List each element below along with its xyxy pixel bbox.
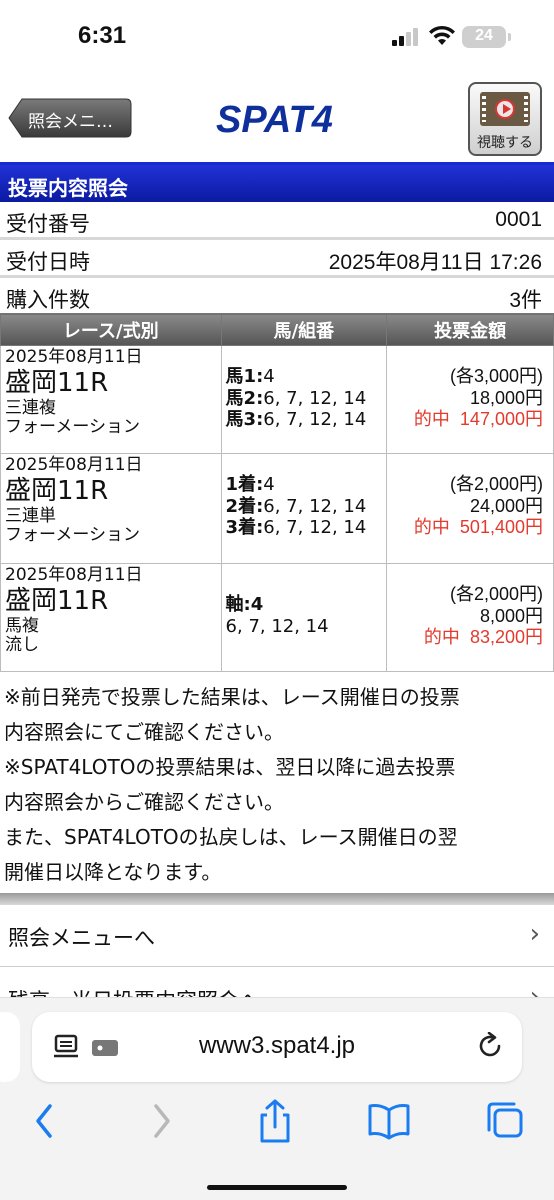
amount-cell: (各3,000円) 18,000円 的中 147,000円 bbox=[386, 345, 554, 454]
bet-method: フォーメーション bbox=[5, 525, 140, 546]
back-nav-icon[interactable] bbox=[22, 1098, 72, 1144]
column-header: 投票金額 bbox=[386, 313, 554, 346]
bet-type: 馬複 bbox=[5, 615, 39, 636]
horse-line: 馬2:6, 7, 12, 14 bbox=[225, 387, 367, 409]
note-line: 内容照会にてご確認ください。 bbox=[4, 720, 284, 744]
receipt-info: 受付番号 0001 受付日時 2025年08月11日 17:26 購入件数 3件 bbox=[0, 202, 554, 316]
info-row-datetime: 受付日時 2025年08月11日 17:26 bbox=[0, 240, 554, 278]
watch-label: 視聴する bbox=[477, 135, 533, 151]
url-text: www3.spat4.jp bbox=[198, 1032, 356, 1059]
battery-level: 24 bbox=[475, 27, 493, 44]
film-icon bbox=[480, 92, 530, 126]
note-line: 開催日以降となります。 bbox=[4, 860, 222, 884]
race-date: 2025年08月11日 bbox=[5, 565, 143, 585]
horse-line: 馬3:6, 7, 12, 14 bbox=[225, 409, 367, 431]
info-key: 購入件数 bbox=[6, 288, 90, 312]
unit-amount: (各2,000円) bbox=[449, 584, 543, 604]
info-value: 0001 bbox=[495, 208, 542, 231]
status-time: 6:31 bbox=[78, 22, 127, 49]
table-row: 2025年08月11日 盛岡11R 三連単 フォーメーション 1着:4 2着:6… bbox=[0, 453, 554, 564]
wifi-icon bbox=[429, 25, 455, 45]
bet-table: レース/式別 馬/組番 投票金額 2025年08月11日 盛岡11R 三連複 フ… bbox=[0, 313, 554, 672]
info-value: 3件 bbox=[509, 289, 542, 312]
tabs-icon[interactable] bbox=[480, 1098, 530, 1144]
address-bar[interactable]: www3.spat4.jp bbox=[32, 1012, 522, 1082]
bet-type: 三連単 bbox=[5, 505, 56, 526]
cellular-signal-icon bbox=[392, 28, 422, 46]
note-line: また、SPAT4LOTOの払戻しは、レース開催日の翌 bbox=[4, 825, 458, 849]
horse-line: 馬1:4 bbox=[225, 366, 275, 387]
notes: ※前日発売で投票した結果は、レース開催日の投票 内容照会にてご確認ください。 ※… bbox=[4, 680, 550, 890]
column-header: レース/式別 bbox=[0, 313, 222, 346]
bookmarks-icon[interactable] bbox=[364, 1098, 414, 1144]
horse-cell: 1着:4 2着:6, 7, 12, 14 3着:6, 7, 12, 14 bbox=[220, 453, 388, 564]
bet-method: フォーメーション bbox=[5, 417, 140, 438]
forward-nav-icon[interactable] bbox=[136, 1098, 186, 1144]
previous-tab-peek[interactable] bbox=[0, 1012, 20, 1082]
horse-line: 6, 7, 12, 14 bbox=[225, 615, 329, 637]
svg-text:SPAT4: SPAT4 bbox=[216, 99, 333, 140]
info-row-count: 購入件数 3件 bbox=[0, 278, 554, 316]
race-name: 盛岡11R bbox=[5, 367, 109, 398]
race-cell: 2025年08月11日 盛岡11R 三連単 フォーメーション bbox=[0, 453, 222, 564]
browser-toolbar: www3.spat4.jp bbox=[0, 997, 554, 1200]
status-bar: 6:31 24 bbox=[0, 0, 554, 76]
info-value: 2025年08月11日 17:26 bbox=[328, 251, 542, 274]
watch-video-button[interactable]: 視聴する bbox=[468, 82, 542, 156]
share-icon[interactable] bbox=[250, 1098, 300, 1144]
menu-link-inquiry[interactable]: 照会メニューへ › bbox=[0, 905, 554, 967]
race-name: 盛岡11R bbox=[5, 475, 109, 506]
reload-icon[interactable] bbox=[478, 1032, 504, 1060]
payout: 的中 147,000円 bbox=[413, 409, 543, 431]
divider bbox=[0, 893, 554, 905]
race-date: 2025年08月11日 bbox=[5, 455, 143, 475]
bet-type: 三連複 bbox=[5, 397, 56, 418]
race-cell: 2025年08月11日 盛岡11R 馬複 流し bbox=[0, 563, 222, 672]
horse-line: 1着:4 bbox=[225, 474, 275, 495]
total-amount: 18,000円 bbox=[469, 387, 543, 408]
payout: 的中 501,400円 bbox=[413, 517, 543, 539]
chevron-right-icon: › bbox=[529, 919, 540, 949]
table-row: 2025年08月11日 盛岡11R 三連複 フォーメーション 馬1:4 馬2:6… bbox=[0, 345, 554, 454]
spat4-logo: SPAT4 bbox=[216, 99, 333, 140]
amount-cell: (各2,000円) 8,000円 的中 83,200円 bbox=[386, 563, 554, 672]
horse-line: 軸:4 bbox=[225, 594, 264, 615]
race-name: 盛岡11R bbox=[5, 585, 109, 616]
page-title: 投票内容照会 bbox=[0, 162, 554, 202]
horse-line: 2着:6, 7, 12, 14 bbox=[225, 495, 367, 517]
horse-cell: 馬1:4 馬2:6, 7, 12, 14 馬3:6, 7, 12, 14 bbox=[220, 345, 388, 454]
menu-link-label: 照会メニューへ bbox=[8, 926, 155, 950]
back-button-label: 照会メニ… bbox=[28, 112, 113, 132]
note-line: ※SPAT4LOTOの投票結果は、翌日以降に過去投票 bbox=[4, 755, 456, 779]
app-header: 照会メニ… SPAT4 視聴する bbox=[0, 76, 554, 162]
info-key: 受付日時 bbox=[6, 250, 90, 274]
race-date: 2025年08月11日 bbox=[5, 347, 143, 367]
total-amount: 24,000円 bbox=[469, 495, 543, 516]
home-indicator bbox=[207, 1185, 347, 1190]
race-cell: 2025年08月11日 盛岡11R 三連複 フォーメーション bbox=[0, 345, 222, 454]
play-icon bbox=[495, 99, 515, 119]
total-amount: 8,000円 bbox=[479, 605, 543, 626]
back-button[interactable]: 照会メニ… bbox=[8, 98, 132, 138]
horse-line: 3着:6, 7, 12, 14 bbox=[225, 517, 367, 539]
info-key: 受付番号 bbox=[6, 212, 90, 236]
amount-cell: (各2,000円) 24,000円 的中 501,400円 bbox=[386, 453, 554, 564]
battery-icon: 24 bbox=[462, 26, 511, 48]
info-row-number: 受付番号 0001 bbox=[0, 202, 554, 240]
bet-method: 流し bbox=[5, 635, 39, 656]
column-header: 馬/組番 bbox=[220, 313, 388, 346]
note-line: 内容照会からご確認ください。 bbox=[4, 790, 284, 814]
payout: 的中 83,200円 bbox=[423, 627, 543, 649]
note-line: ※前日発売で投票した結果は、レース開催日の投票 bbox=[4, 685, 460, 709]
horse-cell: 軸:4 6, 7, 12, 14 bbox=[220, 563, 388, 672]
unit-amount: (各2,000円) bbox=[449, 474, 543, 494]
unit-amount: (各3,000円) bbox=[449, 366, 543, 386]
table-header-row: レース/式別 馬/組番 投票金額 bbox=[0, 313, 554, 346]
table-row: 2025年08月11日 盛岡11R 馬複 流し 軸:4 6, 7, 12, 14… bbox=[0, 563, 554, 672]
